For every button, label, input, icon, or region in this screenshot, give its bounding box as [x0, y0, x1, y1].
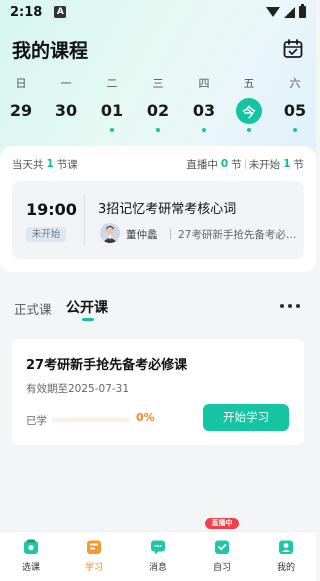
- weekday-label: 三: [152, 77, 164, 90]
- today-panel: 当天共 1 节课 直播中 0 节 未开始 1 节 19:00 未开始 3招记忆考…: [0, 146, 316, 272]
- weekday-label: 二: [106, 77, 118, 90]
- weekday-label: 五: [243, 77, 255, 90]
- nav-label: 自习: [212, 563, 231, 573]
- course-valid-date: 有效期至2025-07-31: [26, 383, 130, 395]
- teacher-avatar: [100, 223, 120, 243]
- study-icon: [85, 538, 103, 556]
- nav-label: 消息: [148, 563, 167, 573]
- page-title: 我的课程: [12, 39, 89, 62]
- day-thu[interactable]: 四 03: [184, 76, 224, 132]
- day-sat[interactable]: 六 05: [275, 76, 315, 132]
- live-suffix: 节: [231, 158, 242, 171]
- nav-select-course[interactable]: 选课: [6, 538, 56, 578]
- notification-icon: A: [54, 6, 67, 18]
- live-count: 0: [220, 158, 229, 170]
- bottom-nav: 选课 学习 消息 自习 我的: [0, 531, 316, 581]
- lesson-title: 3招记忆考研常考核心词: [98, 202, 237, 217]
- course-dot: [110, 128, 114, 132]
- pending-suffix: 节: [293, 158, 305, 171]
- more-icon[interactable]: [280, 298, 300, 314]
- weekday-label: 一: [60, 77, 72, 90]
- status-time: 2:18: [10, 4, 43, 20]
- course-dot: [156, 128, 160, 132]
- battery-icon: [299, 4, 306, 18]
- today-summary: 当天共 1 节课 直播中 0 节 未开始 1 节: [12, 157, 304, 171]
- more-dot: [296, 304, 300, 308]
- date-number: 29: [9, 101, 33, 120]
- lesson-divider: [84, 195, 85, 245]
- week-strip: 日 29 一 30 二 01 三 02 四 03 五 今 六 05: [0, 76, 316, 136]
- live-prefix: 直播中: [186, 158, 218, 171]
- progress-percent: 0%: [136, 411, 155, 424]
- message-icon: [149, 538, 167, 556]
- more-dot: [280, 304, 284, 308]
- signal-icon: [284, 6, 295, 18]
- summary-prefix: 当天共: [12, 158, 44, 171]
- self-study-icon: [213, 538, 231, 556]
- course-tabs: 正式课 公开课: [12, 295, 304, 325]
- weekday-label: 日: [15, 77, 27, 90]
- learned-label: 已学: [26, 415, 47, 427]
- status-icons: [266, 4, 306, 18]
- calendar-icon[interactable]: [282, 38, 304, 60]
- lesson-course-name: 27考研新手抢先备考必修课: [178, 229, 298, 241]
- lesson-status-badge: 未开始: [26, 227, 66, 242]
- progress-bar: [52, 418, 130, 422]
- date-number: 30: [54, 101, 78, 120]
- date-number: 03: [192, 101, 216, 120]
- summary-divider: [244, 159, 246, 169]
- more-dot: [288, 304, 292, 308]
- teacher-name: 董仲蠡: [126, 229, 158, 241]
- course-card[interactable]: 27考研新手抢先备考必修课 有效期至2025-07-31 已学 0% 开始学习: [12, 339, 304, 445]
- start-learning-button[interactable]: 开始学习: [203, 404, 289, 431]
- date-number: 02: [146, 101, 170, 120]
- pending-count: 1: [283, 158, 291, 170]
- profile-icon: [277, 538, 295, 556]
- page-header: 我的课程: [12, 34, 304, 64]
- nav-self-study[interactable]: 自习: [197, 538, 247, 578]
- today-marker: 今: [236, 98, 262, 124]
- wifi-icon: [266, 7, 280, 17]
- course-dot: [293, 128, 297, 132]
- summary-suffix: 节课: [56, 158, 78, 171]
- date-number: 05: [283, 101, 307, 120]
- teacher-divider: [170, 229, 171, 239]
- nav-message[interactable]: 消息: [133, 538, 183, 578]
- nav-study[interactable]: 学习: [69, 538, 119, 578]
- day-tue[interactable]: 二 01: [92, 76, 132, 132]
- day-fri-today[interactable]: 五 今: [229, 76, 269, 132]
- lesson-time: 19:00: [26, 200, 77, 219]
- course-dot: [247, 128, 251, 132]
- pending-prefix: 未开始: [248, 158, 281, 171]
- summary-status: 直播中 0 节 未开始 1 节: [186, 157, 304, 172]
- weekday-label: 四: [198, 77, 210, 90]
- date-number: 01: [100, 101, 124, 120]
- status-bar: 2:18 A: [0, 0, 316, 24]
- tab-active-indicator: [82, 318, 94, 321]
- nav-label: 学习: [84, 563, 103, 573]
- live-badge: 直播中: [205, 518, 239, 529]
- nav-label: 选课: [21, 563, 40, 573]
- nav-label: 我的: [276, 563, 295, 573]
- tab-formal-course[interactable]: 正式课: [14, 299, 52, 318]
- day-sun[interactable]: 日 29: [1, 76, 41, 124]
- nav-profile[interactable]: 我的: [261, 538, 311, 578]
- summary-count: 1: [46, 158, 54, 170]
- select-course-icon: [22, 538, 40, 556]
- weekday-label: 六: [289, 77, 301, 90]
- course-title: 27考研新手抢先备考必修课: [26, 358, 188, 373]
- day-mon[interactable]: 一 30: [46, 76, 86, 124]
- tab-open-course[interactable]: 公开课: [66, 297, 108, 317]
- day-wed[interactable]: 三 02: [138, 76, 178, 132]
- lesson-card[interactable]: 19:00 未开始 3招记忆考研常考核心词 董仲蠡 27考研新手抢先备考必修课: [12, 181, 304, 259]
- course-dot: [202, 128, 206, 132]
